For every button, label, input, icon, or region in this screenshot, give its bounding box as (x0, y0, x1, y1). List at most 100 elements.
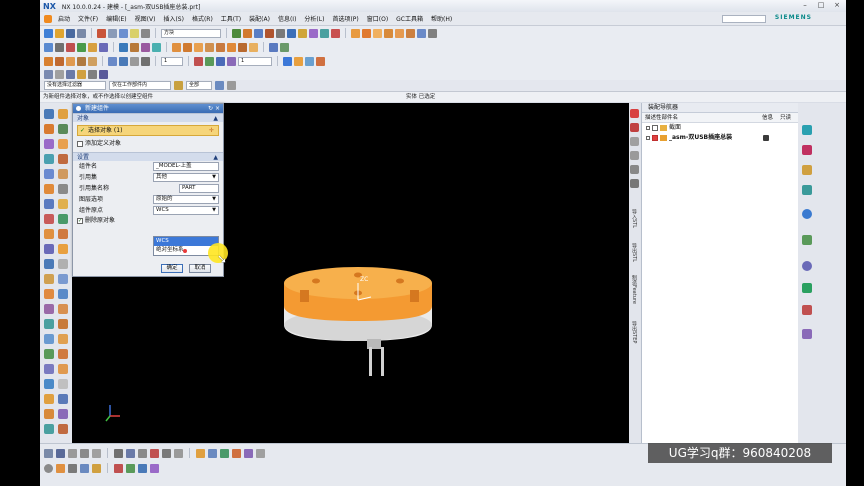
type-filter-select[interactable]: 没有选择过滤器 (44, 81, 106, 90)
select-mode-icon[interactable] (215, 81, 224, 90)
tree-row[interactable]: _asm-双USB插座总装 (642, 133, 798, 143)
row-checkbox[interactable] (652, 135, 658, 141)
layer-settings-icon[interactable] (205, 56, 214, 66)
command-finder-field[interactable]: 方块 (161, 28, 221, 38)
sketch-curve-icon[interactable] (44, 448, 53, 458)
tab-export-stl[interactable]: 导出STL (631, 243, 638, 262)
surface-tool-icon[interactable] (58, 319, 68, 329)
split-body-icon[interactable] (227, 42, 236, 52)
line-icon[interactable] (55, 42, 64, 52)
analysis-tool-icon[interactable] (58, 409, 68, 419)
parts-icon[interactable] (630, 151, 639, 160)
slot-tool-icon[interactable] (44, 154, 54, 164)
studio-spline-icon[interactable] (150, 448, 159, 458)
view-iso-icon[interactable] (406, 28, 415, 38)
menu-insert[interactable]: 插入(S) (161, 14, 186, 23)
sweep-tool-icon[interactable] (58, 334, 68, 344)
menu-edit[interactable]: 编辑(E) (104, 14, 128, 23)
fit-icon[interactable] (417, 28, 426, 38)
intersect-icon[interactable] (88, 69, 97, 79)
end-point-icon[interactable] (294, 56, 303, 66)
sketch-icon[interactable] (232, 28, 241, 38)
menu-start[interactable]: 启动 (56, 14, 72, 23)
save-as-icon[interactable] (77, 28, 86, 38)
mirror-icon[interactable] (119, 56, 128, 66)
mid-point-icon[interactable] (305, 56, 314, 66)
hole-tool-icon[interactable] (44, 124, 54, 134)
arc-icon[interactable] (66, 42, 75, 52)
close-button[interactable]: × (832, 1, 842, 10)
ruled-tool-icon[interactable] (58, 349, 68, 359)
auto-constraint-icon[interactable] (220, 448, 229, 458)
selection-scope-select[interactable]: 仅在工作部件内 (109, 81, 171, 90)
center-point-icon[interactable] (316, 56, 325, 66)
quadrant-icon[interactable] (99, 69, 108, 79)
reference-set-name-input[interactable]: PART (179, 184, 219, 193)
profile-icon[interactable] (56, 448, 65, 458)
menu-window[interactable]: 窗口(O) (365, 14, 390, 23)
paste-icon[interactable] (119, 28, 128, 38)
taper-tool-icon[interactable] (58, 304, 68, 314)
menu-assembly[interactable]: 装配(A) (247, 14, 272, 23)
process-studio-icon[interactable] (802, 283, 812, 293)
bounded-tool-icon[interactable] (58, 379, 68, 389)
component-origin-select[interactable]: WCS ▼ (153, 206, 219, 215)
background-icon[interactable] (138, 463, 147, 473)
thicken-tool-icon[interactable] (58, 274, 68, 284)
studio-tool-icon[interactable] (58, 364, 68, 374)
cut-icon[interactable] (97, 28, 106, 38)
expand-icon[interactable] (646, 126, 650, 130)
assembly-filter-icon[interactable] (174, 81, 183, 90)
new-icon[interactable] (44, 28, 53, 38)
trim-body-icon[interactable] (216, 42, 225, 52)
offset-face-icon[interactable] (55, 56, 64, 66)
subtract-tool-icon[interactable] (58, 229, 68, 239)
dimension-tool-icon[interactable] (44, 424, 54, 434)
menu-file[interactable]: 文件(F) (76, 14, 100, 23)
assembly-scope-select[interactable]: 全部 (186, 81, 212, 90)
constraint-icon[interactable] (196, 448, 205, 458)
redo-icon[interactable] (141, 28, 150, 38)
collapse-icon[interactable]: ▲ (213, 114, 218, 123)
zoom-icon[interactable] (428, 28, 437, 38)
split-tool-icon[interactable] (44, 259, 54, 269)
section-icon[interactable] (280, 42, 289, 52)
hole-icon[interactable] (265, 28, 274, 38)
wireframe-icon[interactable] (362, 28, 371, 38)
maximize-button[interactable]: □ (816, 1, 826, 10)
shell-tool-icon[interactable] (44, 199, 54, 209)
reference-set-select[interactable]: 其他 ▼ (153, 173, 219, 182)
cone-icon[interactable] (194, 42, 203, 52)
history-icon[interactable] (630, 123, 639, 132)
deselect-icon[interactable] (66, 69, 75, 79)
part-navigator-icon[interactable] (802, 165, 812, 175)
fillet-icon[interactable] (92, 448, 101, 458)
boss-tool-icon[interactable] (58, 124, 68, 134)
polygon-icon[interactable] (114, 448, 123, 458)
minimize-button[interactable]: – (800, 1, 810, 10)
law-tool-icon[interactable] (44, 409, 54, 419)
menu-preferences[interactable]: 首选项(P) (330, 14, 360, 23)
work-layer-field[interactable]: 1 (161, 56, 183, 66)
constraint-navigator-icon[interactable] (802, 145, 812, 155)
add-defined-objects-row[interactable]: 添加定义对象 (73, 139, 223, 149)
tree-row[interactable]: 截面 (642, 123, 798, 133)
shell-icon[interactable] (320, 28, 329, 38)
objects-group-header[interactable]: 对象 ▲ (73, 113, 223, 122)
reuse-library-icon[interactable] (802, 185, 812, 195)
extrude-icon[interactable] (243, 28, 252, 38)
dimension-icon[interactable] (208, 448, 217, 458)
cancel-button[interactable]: 取消 (189, 264, 211, 273)
revolve-tool-icon[interactable] (58, 109, 68, 119)
open-icon[interactable] (55, 28, 64, 38)
mesh-tool-icon[interactable] (44, 334, 54, 344)
offset-tool-icon[interactable] (58, 199, 68, 209)
blend-tool-icon[interactable] (44, 184, 54, 194)
orient-icon[interactable] (227, 56, 236, 66)
snap-mode-icon[interactable] (227, 81, 236, 90)
delete-original-row[interactable]: ✓ 删除原对象 (73, 216, 223, 226)
delete-original-checkbox[interactable]: ✓ (77, 218, 83, 224)
extend-tool-icon[interactable] (58, 394, 68, 404)
spline-icon[interactable] (77, 42, 86, 52)
snap-point-icon[interactable] (283, 56, 292, 66)
